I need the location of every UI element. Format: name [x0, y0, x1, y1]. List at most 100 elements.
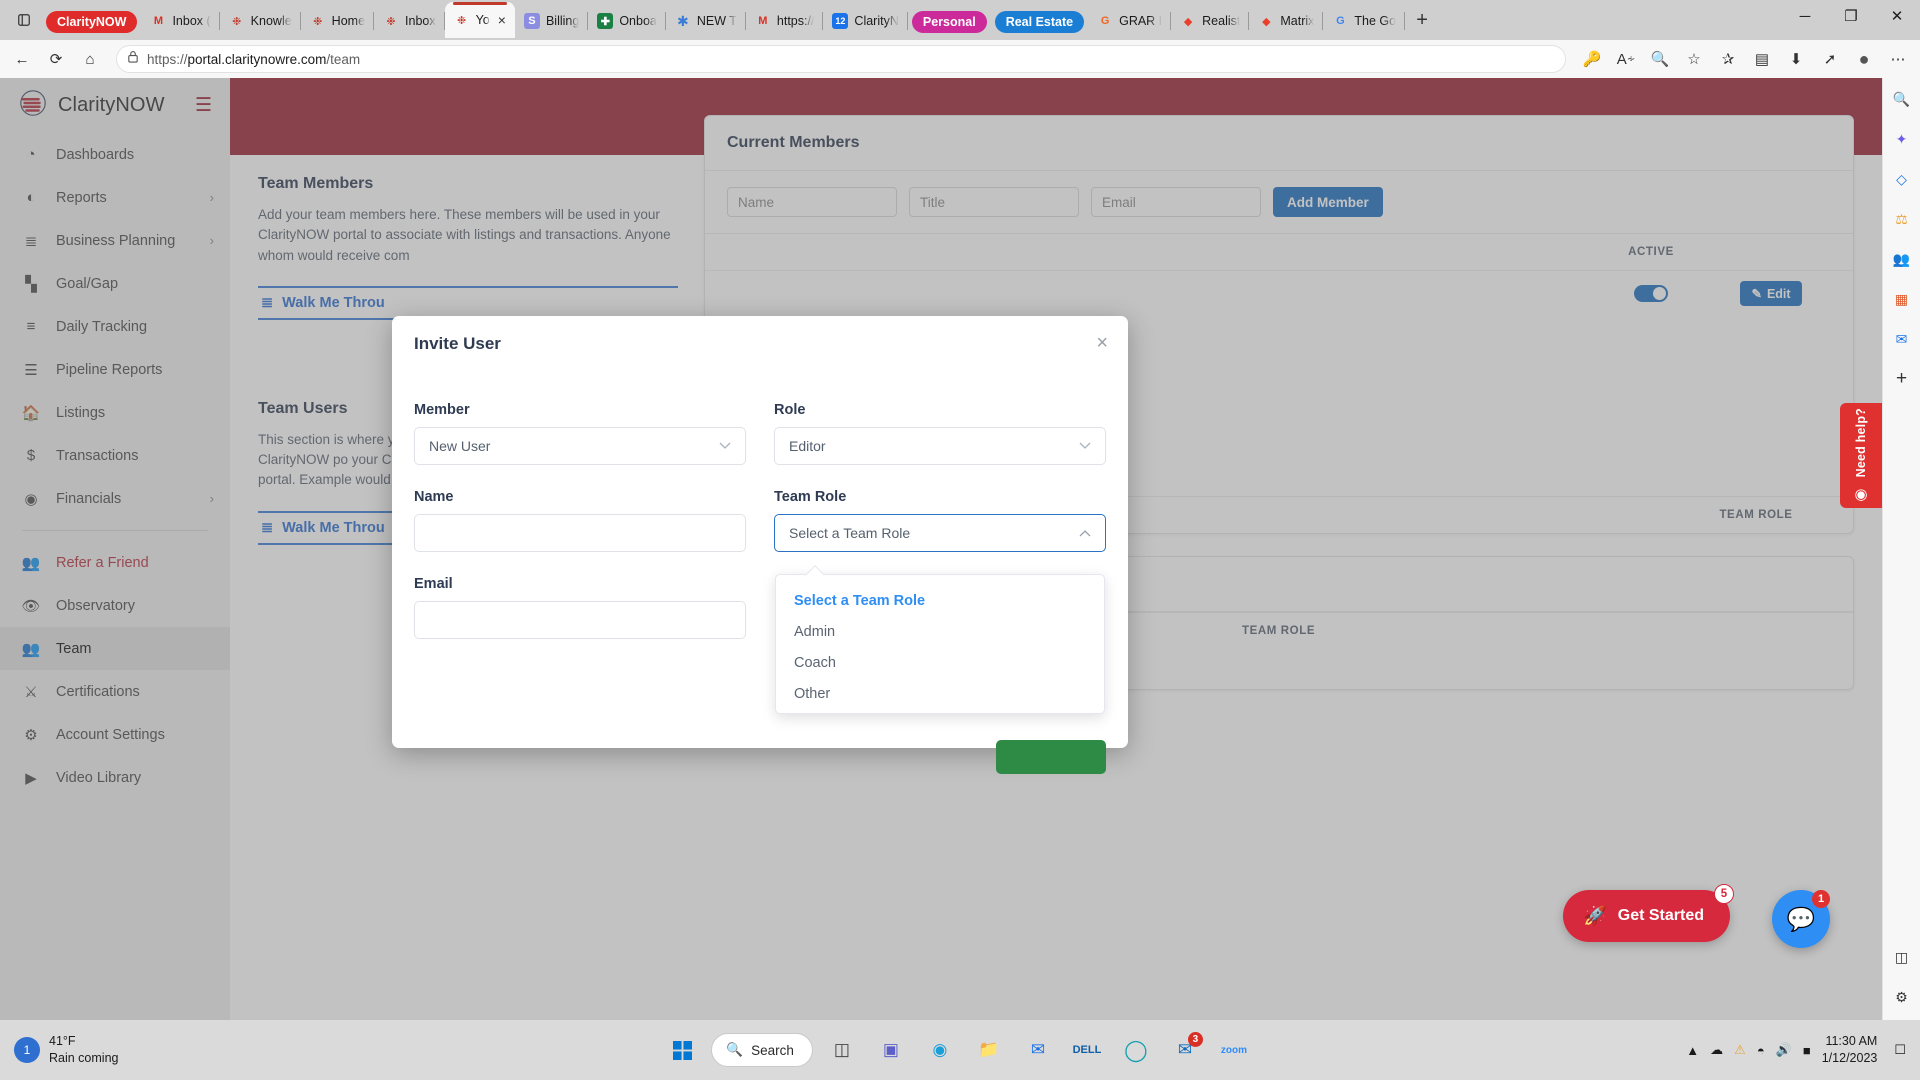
chat-badge: 1 [1812, 890, 1830, 908]
downloads-icon[interactable]: ⬇ [1780, 44, 1812, 74]
tab-new-t[interactable]: ✱ NEW T [666, 4, 746, 38]
wifi-icon[interactable]: ◓ [1757, 1043, 1765, 1058]
collections-icon[interactable]: ✰ [1712, 44, 1744, 74]
file-explorer-icon[interactable]: 📁 [969, 1030, 1009, 1070]
dropdown-option-admin[interactable]: Admin [776, 616, 1104, 647]
grar-icon: G [1100, 15, 1110, 27]
clock-date: 1/12/2023 [1821, 1051, 1878, 1065]
close-tab-icon[interactable]: × [498, 12, 506, 28]
chat-icon: 💬 [1786, 905, 1816, 932]
outlook-badge: 3 [1187, 1032, 1203, 1047]
submit-invite-button[interactable] [996, 740, 1106, 774]
dropdown-option-other[interactable]: Other [776, 678, 1104, 709]
edge-icon[interactable]: ◉ [920, 1030, 960, 1070]
team-role-dropdown-menu: Select a Team Role Admin Coach Other [775, 574, 1105, 714]
tab-home[interactable]: ❉ Home [301, 4, 375, 38]
back-button[interactable]: ← [6, 44, 38, 74]
get-started-button[interactable]: 🚀 Get Started 5 [1563, 884, 1734, 942]
google-icon: G [1336, 15, 1345, 27]
role-select[interactable]: Editor [774, 427, 1106, 465]
search-label: Search [751, 1042, 794, 1058]
team-role-select[interactable]: Select a Team Role [774, 514, 1106, 552]
tab-matrix[interactable]: ◆ Matrix [1249, 4, 1324, 38]
warning-icon[interactable]: ⚠ [1734, 1042, 1746, 1058]
tab-inbox[interactable]: ❉ Inbox [374, 4, 445, 38]
tab-label: Yo [475, 13, 490, 27]
zoom-out-icon[interactable]: 🔍 [1644, 44, 1676, 74]
profile-icon[interactable]: ● [1848, 44, 1880, 74]
tab-knowledge[interactable]: ❉ Knowle [220, 4, 301, 38]
taskbar-search[interactable]: 🔍 Search [711, 1033, 813, 1067]
add-icon[interactable]: + [1889, 366, 1915, 392]
tab-claritynow-calendar[interactable]: 12 ClarityN [823, 4, 908, 38]
notifications-icon[interactable]: ☐ [1894, 1042, 1906, 1058]
contacts-icon[interactable]: 👥 [1889, 246, 1915, 272]
browser-essentials-icon[interactable]: ▤ [1746, 44, 1778, 74]
new-tab-button[interactable]: + [1405, 3, 1439, 37]
tab-billing[interactable]: S Billing [515, 4, 589, 38]
tab-label: Matrix [1280, 14, 1315, 28]
settings-icon[interactable]: ⚙ [1889, 984, 1915, 1010]
reload-button[interactable]: ⟳ [40, 44, 72, 74]
member-select[interactable]: New User [414, 427, 746, 465]
tab-group-personal[interactable]: Personal [911, 11, 987, 33]
tab-pill-claritynow[interactable]: ClarityNOW [46, 11, 138, 33]
onedrive-icon[interactable]: ☁ [1710, 1042, 1723, 1058]
weather-widget[interactable]: 1 41°F Rain coming [0, 1033, 230, 1067]
circle-app-icon[interactable]: ◯ [1116, 1030, 1156, 1070]
tab-label: Personal [922, 15, 976, 29]
windows-start-button[interactable] [662, 1030, 702, 1070]
copilot-icon[interactable]: ✦ [1889, 126, 1915, 152]
dell-icon[interactable]: DELL [1067, 1030, 1107, 1070]
minimize-button[interactable]: ─ [1782, 0, 1828, 32]
tab-group-real-estate[interactable]: Real Estate [994, 11, 1085, 33]
teams-icon[interactable]: ▣ [871, 1030, 911, 1070]
outlook-icon[interactable]: ✉ 3 [1165, 1030, 1205, 1070]
taskbar-apps: 🔍 Search ◫ ▣ ◉ 📁 ✉ DELL ◯ ✉ 3 zoom [230, 1030, 1686, 1070]
realist-icon: ◆ [1183, 15, 1193, 28]
games-icon[interactable]: ▦ [1889, 286, 1915, 312]
chat-button[interactable]: 💬 1 [1772, 890, 1830, 948]
address-bar[interactable]: https://portal.claritynowre.com/team [116, 45, 1566, 73]
read-aloud-icon[interactable]: A ∻ [1610, 44, 1642, 74]
maximize-button[interactable]: ❐ [1828, 0, 1874, 32]
tab-onboarding[interactable]: ✚ Onboa [588, 4, 666, 38]
close-icon[interactable]: × [1096, 332, 1108, 355]
tab-https[interactable]: M https:// [746, 4, 824, 38]
sidebar-toggle-icon[interactable]: ◫ [1889, 944, 1915, 970]
name-input[interactable] [414, 514, 746, 552]
tab-inbox-gmail[interactable]: M Inbox ( [141, 4, 220, 38]
zoom-icon[interactable]: zoom [1214, 1030, 1254, 1070]
dropdown-option-coach[interactable]: Coach [776, 647, 1104, 678]
volume-icon[interactable]: 🔊 [1776, 1042, 1792, 1058]
favorite-icon[interactable]: ☆ [1678, 44, 1710, 74]
asterisk-icon: ✱ [676, 13, 689, 29]
task-view-button[interactable]: ◫ [822, 1030, 862, 1070]
taskbar-clock[interactable]: 11:30 AM 1/12/2023 [1822, 1033, 1884, 1067]
dropdown-option-select-a-team-role[interactable]: Select a Team Role [776, 585, 1104, 616]
close-window-button[interactable]: ✕ [1874, 0, 1920, 32]
tab-search-icon[interactable] [6, 0, 42, 40]
tab-the-google[interactable]: G The Go [1323, 4, 1405, 38]
rain-icon: 1 [14, 1037, 40, 1063]
share-icon[interactable]: ➚ [1814, 44, 1846, 74]
home-button[interactable]: ⌂ [74, 44, 106, 74]
calendar-icon: 12 [832, 13, 849, 29]
tab-active-your-team[interactable]: ❉ Yo × [444, 2, 515, 38]
clock-time: 11:30 AM [1825, 1034, 1878, 1049]
stripe-icon: S [523, 13, 540, 29]
mail-icon[interactable]: ✉ [1018, 1030, 1058, 1070]
need-help-tab[interactable]: Need help? ◉ [1840, 403, 1882, 508]
shopping-icon[interactable]: ◇ [1889, 166, 1915, 192]
tools-icon[interactable]: ⚖ [1889, 206, 1915, 232]
battery-icon[interactable]: ■ [1803, 1043, 1811, 1058]
email-input[interactable] [414, 601, 746, 639]
tab-label: Real Estate [1005, 15, 1074, 29]
tab-grar[interactable]: G GRAR I [1088, 4, 1172, 38]
tab-realist[interactable]: ◆ Realist [1171, 4, 1250, 38]
settings-more-icon[interactable]: ⋯ [1882, 44, 1914, 74]
chevron-up-icon[interactable]: ▲ [1686, 1043, 1699, 1058]
search-icon[interactable]: 🔍 [1889, 86, 1915, 112]
key-icon[interactable]: 🔑 [1576, 44, 1608, 74]
outlook-icon[interactable]: ✉ [1889, 326, 1915, 352]
